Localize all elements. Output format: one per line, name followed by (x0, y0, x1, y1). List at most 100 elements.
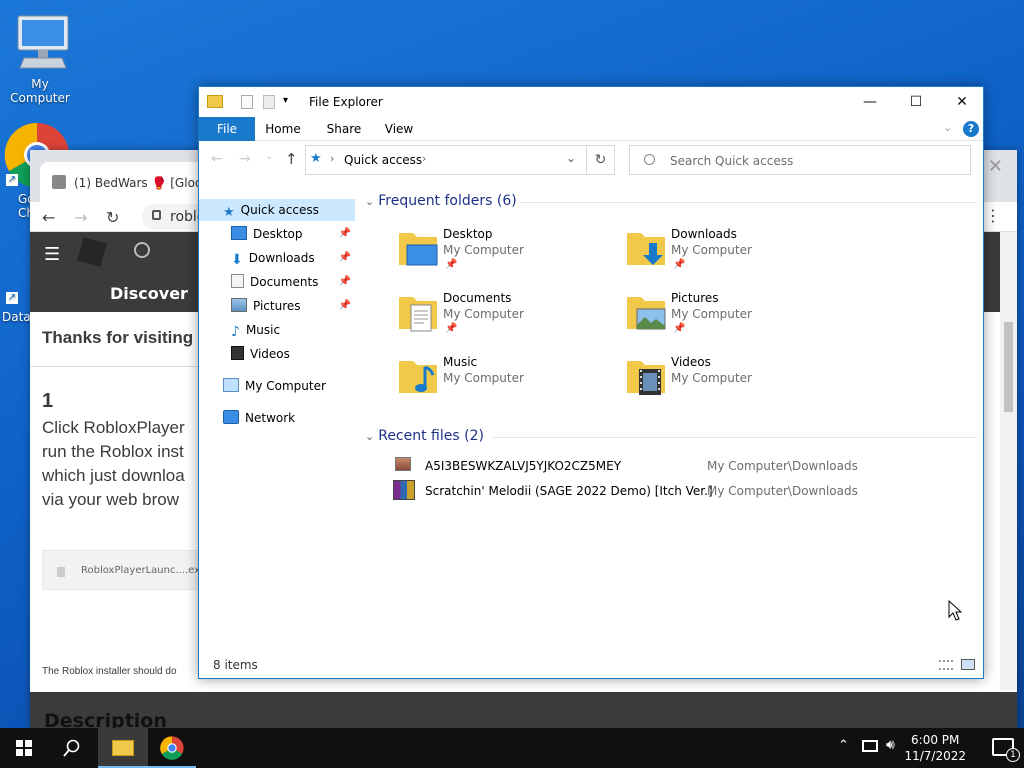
download-chip[interactable]: RobloxPlayerLaunc....exe (42, 550, 206, 590)
address-row: ← → ⌄ ↑ ★ › Quick access › ⌄ ↻ Search Qu… (199, 141, 983, 183)
address-dropdown-icon[interactable]: ⌄ (566, 151, 576, 165)
recent-files-header[interactable]: ⌄ Recent files (2) (365, 428, 977, 444)
nav-quick-access[interactable]: ★ Quick access (199, 199, 355, 221)
nav-label: Videos (250, 347, 290, 361)
desktop-icon-my-computer[interactable]: My Computer (2, 12, 78, 105)
nav-my-computer[interactable]: My Computer (223, 375, 355, 397)
nav-discover[interactable]: Discover (110, 284, 188, 303)
close-window-icon[interactable]: ✕ (988, 156, 1003, 177)
help-icon[interactable]: ? (963, 121, 979, 137)
tab-share[interactable]: Share (319, 117, 369, 141)
shortcut-arrow-icon: ↗ (6, 174, 18, 186)
nav-network[interactable]: Network (223, 407, 355, 429)
notification-center-button[interactable]: 1 (992, 738, 1020, 762)
folder-name: Music (443, 355, 478, 369)
folder-location: My Computer (671, 371, 752, 385)
scrollbar[interactable] (1000, 232, 1017, 690)
breadcrumb-quick-access[interactable]: Quick access (344, 153, 422, 167)
recent-locations-icon[interactable]: ⌄ (265, 151, 273, 162)
pin-icon[interactable]: 📌 (339, 247, 351, 269)
folder-tile-pictures[interactable]: Pictures My Computer 📌 (625, 291, 845, 351)
system-clock[interactable]: 6:00 PM 11/7/2022 (904, 732, 966, 764)
chrome-menu-icon[interactable]: ⋮ (985, 206, 1001, 225)
folder-tile-music[interactable]: Music My Computer (397, 355, 617, 415)
nav-label: My Computer (245, 379, 326, 393)
nav-documents[interactable]: Documents 📌 (231, 271, 355, 293)
folder-tile-videos[interactable]: Videos My Computer (625, 355, 845, 415)
volume-icon[interactable]: 🔊︎ (886, 737, 895, 753)
folder-location: My Computer (443, 243, 524, 257)
expand-ribbon-icon[interactable]: ⌄ (943, 121, 952, 134)
nav-desktop[interactable]: Desktop 📌 (231, 223, 355, 245)
recent-file-row[interactable]: A5I3BESWKZALVJ5YJKO2CZ5MEY My Computer\D… (391, 455, 951, 477)
address-bar[interactable]: ★ › Quick access › ⌄ (305, 145, 587, 175)
nav-downloads[interactable]: ⬇ Downloads 📌 (231, 247, 355, 269)
pin-icon: 📌 (445, 259, 458, 270)
search-icon[interactable] (134, 242, 150, 258)
tab-view[interactable]: View (377, 117, 421, 141)
folder-pictures-icon (627, 297, 666, 330)
start-button[interactable] (0, 728, 48, 768)
reload-icon[interactable]: ↻ (106, 208, 119, 227)
large-icons-view-icon[interactable] (961, 659, 975, 670)
refresh-icon[interactable]: ↻ (587, 145, 615, 175)
minimize-icon[interactable]: — (847, 87, 893, 117)
up-icon[interactable]: ↑ (285, 150, 298, 168)
roblox-logo-icon[interactable] (77, 237, 107, 267)
pin-icon[interactable]: 📌 (339, 271, 351, 293)
maximize-icon[interactable]: ☐ (893, 87, 939, 117)
pin-icon[interactable]: 📌 (339, 223, 351, 245)
collapse-chevron-icon: ⌄ (365, 430, 375, 443)
scrollbar-thumb[interactable] (1004, 322, 1013, 412)
notification-count: 1 (1006, 748, 1020, 762)
star-icon: ★ (310, 151, 322, 166)
installer-note: The Roblox installer should do (42, 666, 177, 677)
details-view-icon[interactable] (939, 660, 953, 670)
forward-icon[interactable]: → (239, 151, 251, 167)
tab-home[interactable]: Home (261, 117, 305, 141)
network-status-icon[interactable] (862, 740, 878, 752)
recent-file-row[interactable]: Scratchin' Melodii (SAGE 2022 Demo) [Itc… (391, 480, 951, 502)
folder-videos-icon (627, 361, 665, 395)
taskbar-file-explorer[interactable] (98, 728, 148, 768)
folder-name: Pictures (671, 291, 719, 305)
pin-icon: 📌 (673, 323, 686, 334)
nav-videos[interactable]: Videos (231, 343, 355, 365)
forward-icon[interactable]: → (74, 208, 87, 227)
qat-dropdown-icon[interactable]: ▾ (283, 95, 288, 106)
taskbar-chrome[interactable] (148, 728, 196, 768)
tab-file[interactable]: File (199, 117, 255, 141)
desktop-icon-data[interactable]: ↗ Data (2, 258, 32, 328)
show-hidden-icons-icon[interactable]: ⌃ (838, 738, 849, 753)
folder-name: Downloads (671, 227, 737, 241)
nav-label: Desktop (253, 227, 303, 241)
tab-title: (1) BedWars 🥊 [Gloop! (74, 176, 215, 190)
collapse-chevron-icon: ⌄ (365, 195, 375, 208)
search-input[interactable]: Search Quick access (629, 145, 971, 175)
folder-location: My Computer (443, 307, 524, 321)
pin-icon[interactable]: 📌 (339, 295, 351, 317)
folder-tile-desktop[interactable]: Desktop My Computer 📌 (397, 227, 617, 287)
desktop-icon (231, 226, 247, 240)
music-note-icon: ♪ (231, 324, 240, 340)
nav-pictures[interactable]: Pictures 📌 (231, 295, 355, 317)
folder-tile-documents[interactable]: Documents My Computer 📌 (397, 291, 617, 351)
hamburger-icon[interactable]: ☰ (44, 244, 60, 265)
frequent-folders-header[interactable]: ⌄ Frequent folders (6) (365, 193, 977, 209)
close-icon[interactable]: ✕ (939, 87, 985, 117)
shortcut-arrow-icon: ↗ (6, 292, 18, 304)
folder-tile-downloads[interactable]: Downloads My Computer 📌 (625, 227, 845, 287)
breadcrumb-chevron-icon: › (422, 152, 427, 165)
taskbar: ⌃ 🔊︎ 6:00 PM 11/7/2022 1 (0, 728, 1024, 768)
ribbon-tabs: File Home Share View ⌄ ? (199, 117, 983, 141)
back-icon[interactable]: ← (42, 208, 55, 227)
qat-newfolder-icon[interactable] (263, 95, 275, 109)
back-icon[interactable]: ← (211, 151, 223, 167)
folder-app-icon (112, 740, 134, 756)
nav-music[interactable]: ♪ Music (231, 319, 355, 341)
explorer-titlebar: ▾ File Explorer — ☐ ✕ (199, 87, 983, 117)
search-button[interactable] (48, 728, 96, 768)
file-icon (57, 567, 65, 577)
qat-properties-icon[interactable] (241, 95, 253, 109)
recent-file-location: My Computer\Downloads (707, 459, 858, 473)
